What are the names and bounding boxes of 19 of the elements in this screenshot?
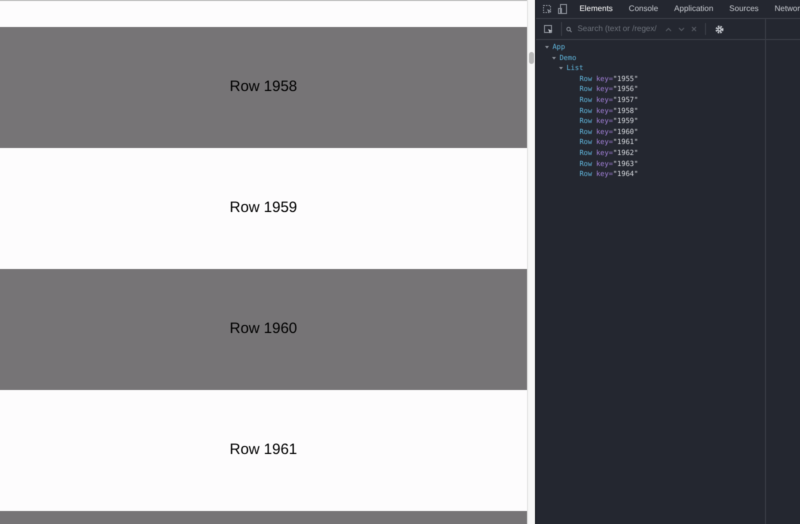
search-field[interactable]: Search (text or /regex/ (561, 22, 662, 36)
devtools-tab[interactable]: Networ (774, 3, 800, 15)
devtools-tab[interactable]: Application (674, 3, 714, 15)
row-label: Row 1960 (230, 319, 298, 340)
expand-triangle-icon[interactable] (544, 44, 550, 50)
scrollbar-thumb[interactable] (529, 52, 534, 64)
inspect-element-icon[interactable] (543, 4, 552, 14)
devtools-tab[interactable]: Sources (729, 3, 759, 15)
row-label: Row 1959 (230, 198, 298, 218)
device-toolbar-icon[interactable] (558, 4, 568, 14)
settings-icon[interactable] (715, 24, 724, 34)
expand-triangle-icon[interactable] (551, 54, 558, 61)
devtools-tab[interactable]: Console (628, 3, 658, 15)
select-element-icon[interactable] (544, 24, 554, 34)
row-label: Row 1961 (230, 440, 298, 460)
row-label: Row 1958 (230, 77, 298, 98)
search-icon (566, 26, 572, 32)
devtools-tab[interactable]: Elements (579, 3, 613, 15)
expand-triangle-icon[interactable] (558, 65, 564, 72)
